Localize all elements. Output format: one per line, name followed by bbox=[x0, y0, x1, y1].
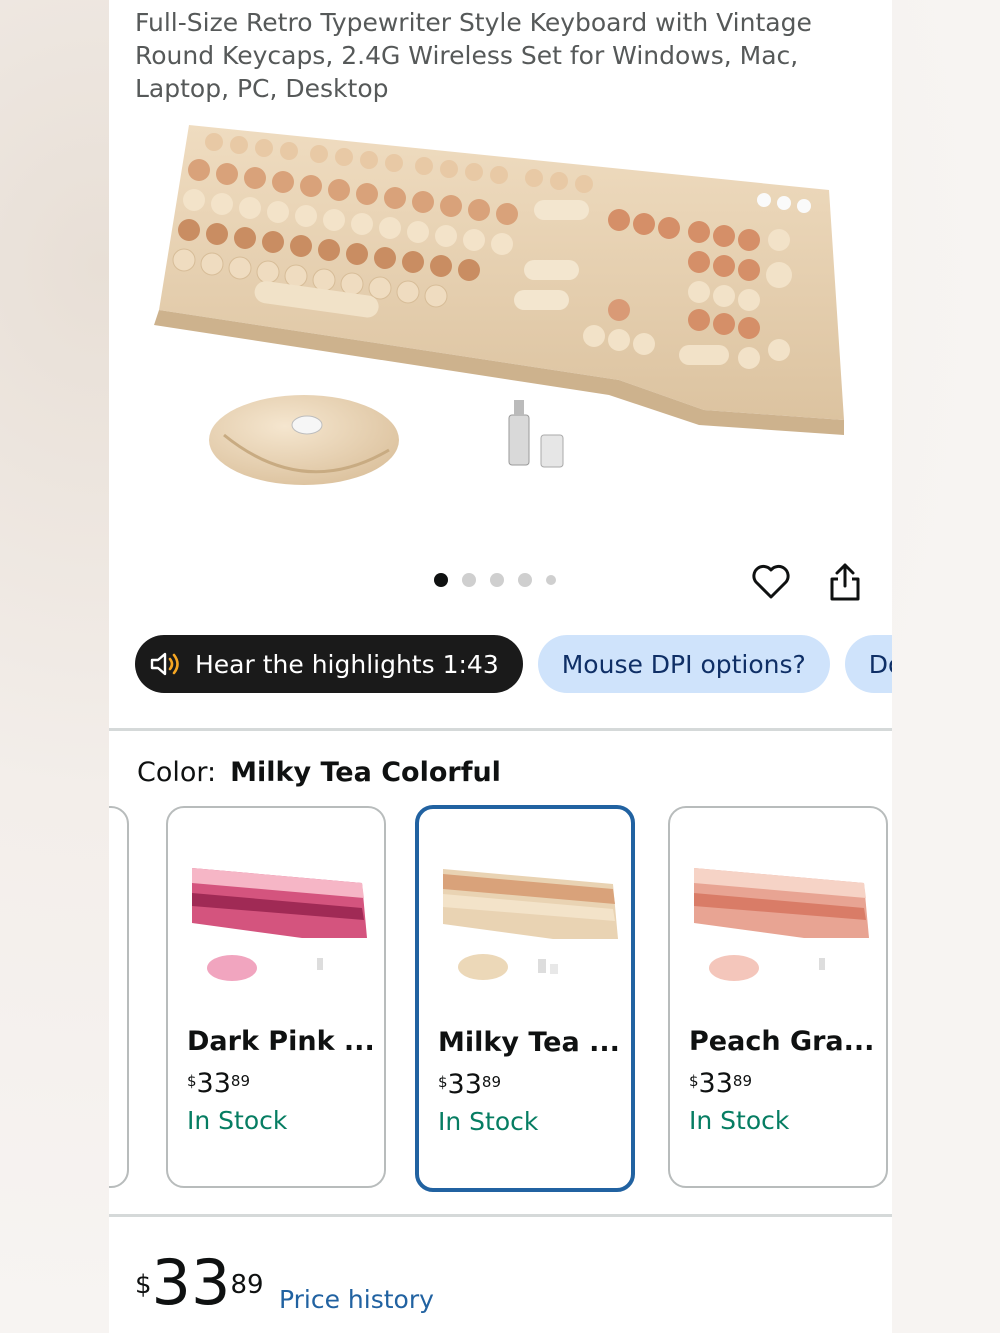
pagination-dot[interactable] bbox=[518, 573, 532, 587]
variant-name: Milky Tea ... bbox=[438, 1027, 620, 1058]
variant-stock: In Stock bbox=[438, 1107, 539, 1136]
variant-price: $3389 bbox=[438, 1069, 501, 1100]
question-chip-label: Does bbox=[868, 649, 892, 679]
question-chip-label: Mouse DPI options? bbox=[561, 649, 806, 679]
variant-price: $3389 bbox=[689, 1068, 752, 1099]
variant-thumbnail bbox=[443, 869, 618, 980]
variant-stock: In Stock bbox=[187, 1106, 288, 1135]
variant-card-milky-tea[interactable]: Milky Tea ... $3389 In Stock bbox=[415, 805, 635, 1192]
price-whole: 33 bbox=[151, 1246, 231, 1319]
question-chips: Hear the highlights 1:43 Mouse DPI optio… bbox=[135, 635, 892, 693]
price-cents: 89 bbox=[230, 1270, 264, 1300]
question-chip-mouse-dpi[interactable]: Mouse DPI options? bbox=[537, 635, 830, 693]
variant-stock: In Stock bbox=[689, 1106, 790, 1135]
question-chip-does[interactable]: Does bbox=[844, 635, 892, 693]
pagination-dot[interactable] bbox=[462, 573, 476, 587]
section-divider bbox=[109, 1214, 892, 1217]
variant-card-dark-pink[interactable]: Dark Pink ... $3389 In Stock bbox=[166, 806, 386, 1188]
price-currency: $ bbox=[135, 1270, 152, 1300]
color-selection-label: Color: Milky Tea Colorful bbox=[137, 757, 501, 788]
image-pagination[interactable] bbox=[434, 573, 556, 587]
selected-color: Milky Tea Colorful bbox=[230, 757, 501, 788]
heart-icon bbox=[752, 564, 790, 599]
price-history-link[interactable]: Price history bbox=[279, 1285, 434, 1314]
section-divider bbox=[109, 728, 892, 731]
variant-thumbnail bbox=[694, 868, 869, 981]
variant-card-peach[interactable]: Peach Gra... $3389 In Stock bbox=[668, 806, 888, 1188]
variant-name: Dark Pink ... bbox=[187, 1026, 375, 1057]
product-page: Full-Size Retro Typewriter Style Keyboar… bbox=[109, 0, 892, 1333]
pagination-dot[interactable] bbox=[546, 575, 556, 585]
product-main-image[interactable] bbox=[139, 120, 859, 500]
wishlist-button[interactable] bbox=[749, 560, 793, 604]
hear-highlights-label: Hear the highlights 1:43 bbox=[195, 649, 499, 679]
variant-card-previous[interactable] bbox=[109, 806, 129, 1188]
pagination-dot[interactable] bbox=[490, 573, 504, 587]
product-title: Full-Size Retro Typewriter Style Keyboar… bbox=[135, 8, 812, 103]
main-price: $3389 bbox=[135, 1252, 264, 1314]
pagination-dot[interactable] bbox=[434, 573, 448, 587]
variant-price: $3389 bbox=[187, 1068, 250, 1099]
variant-thumbnail bbox=[192, 868, 367, 981]
color-label: Color: bbox=[137, 757, 217, 788]
share-icon bbox=[830, 563, 860, 601]
hear-highlights-button[interactable]: Hear the highlights 1:43 bbox=[135, 635, 523, 693]
speaker-icon bbox=[150, 652, 179, 676]
share-button[interactable] bbox=[823, 560, 867, 604]
variant-name: Peach Gra... bbox=[689, 1026, 875, 1057]
